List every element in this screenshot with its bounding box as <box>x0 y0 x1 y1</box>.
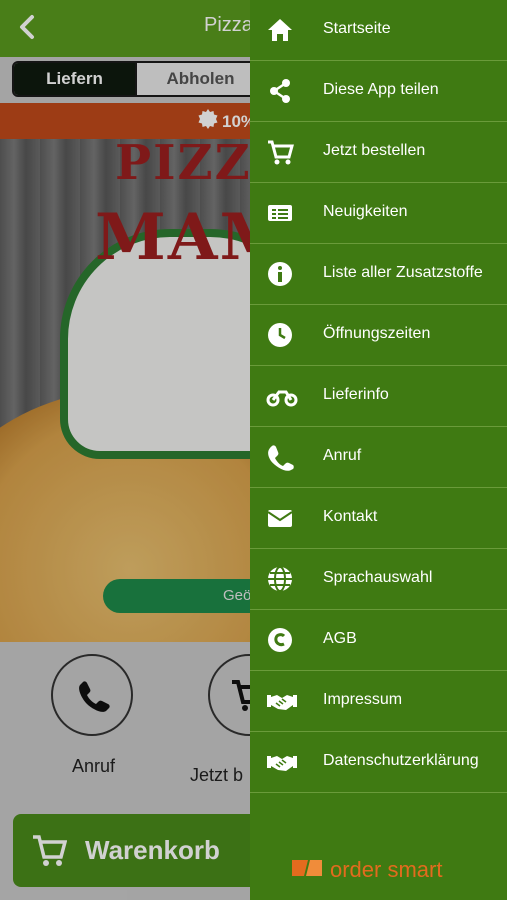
menu-item-news[interactable]: Neuigkeiten <box>250 183 507 244</box>
menu-item-agb[interactable]: AGB <box>250 610 507 671</box>
menu-item-call[interactable]: Anruf <box>250 427 507 488</box>
menu-item-label: Liste aller Zusatzstoffe <box>323 264 483 281</box>
menu-item-label: AGB <box>323 630 357 647</box>
menu-item-label: Öffnungszeiten <box>323 325 431 342</box>
menu-item-label: Jetzt bestellen <box>323 142 426 159</box>
info-icon <box>266 260 294 288</box>
menu-item-privacy[interactable]: Datenschutzerklärung <box>250 732 507 793</box>
menu-item-order[interactable]: Jetzt bestellen <box>250 122 507 183</box>
handshake-icon <box>266 748 297 776</box>
menu-item-label: Anruf <box>323 447 362 464</box>
menu-item-label: Sprachauswahl <box>323 569 433 586</box>
news-icon <box>266 199 294 227</box>
menu-item-label: Diese App teilen <box>323 81 439 98</box>
globe-icon <box>266 565 294 593</box>
motorbike-icon <box>266 382 298 410</box>
menu-item-label: Kontakt <box>323 508 378 525</box>
menu-item-additives[interactable]: Liste aller Zusatzstoffe <box>250 244 507 305</box>
handshake-icon <box>266 687 297 715</box>
menu-item-label: Neuigkeiten <box>323 203 408 220</box>
menu-item-impressum[interactable]: Impressum <box>250 671 507 732</box>
menu-item-language[interactable]: Sprachauswahl <box>250 549 507 610</box>
clock-icon <box>266 321 294 349</box>
overlay-scrim[interactable] <box>0 0 250 900</box>
menu-item-opening-hours[interactable]: Öffnungszeiten <box>250 305 507 366</box>
mail-icon <box>266 504 294 532</box>
menu-item-startseite[interactable]: Startseite <box>250 0 507 61</box>
copyright-icon <box>266 626 294 654</box>
home-icon <box>266 16 294 44</box>
menu-item-label: Impressum <box>323 691 403 708</box>
menu-item-contact[interactable]: Kontakt <box>250 488 507 549</box>
cart-icon <box>266 138 294 166</box>
menu-item-label: Datenschutzerklärung <box>323 752 479 769</box>
menu-item-share[interactable]: Diese App teilen <box>250 61 507 122</box>
menu-item-delivery-info[interactable]: Lieferinfo <box>250 366 507 427</box>
share-icon <box>266 77 294 105</box>
menu-item-label: Startseite <box>323 20 391 37</box>
phone-icon <box>266 443 294 471</box>
menu-item-label: Lieferinfo <box>323 386 389 403</box>
footer-brand: order smart <box>330 857 443 882</box>
